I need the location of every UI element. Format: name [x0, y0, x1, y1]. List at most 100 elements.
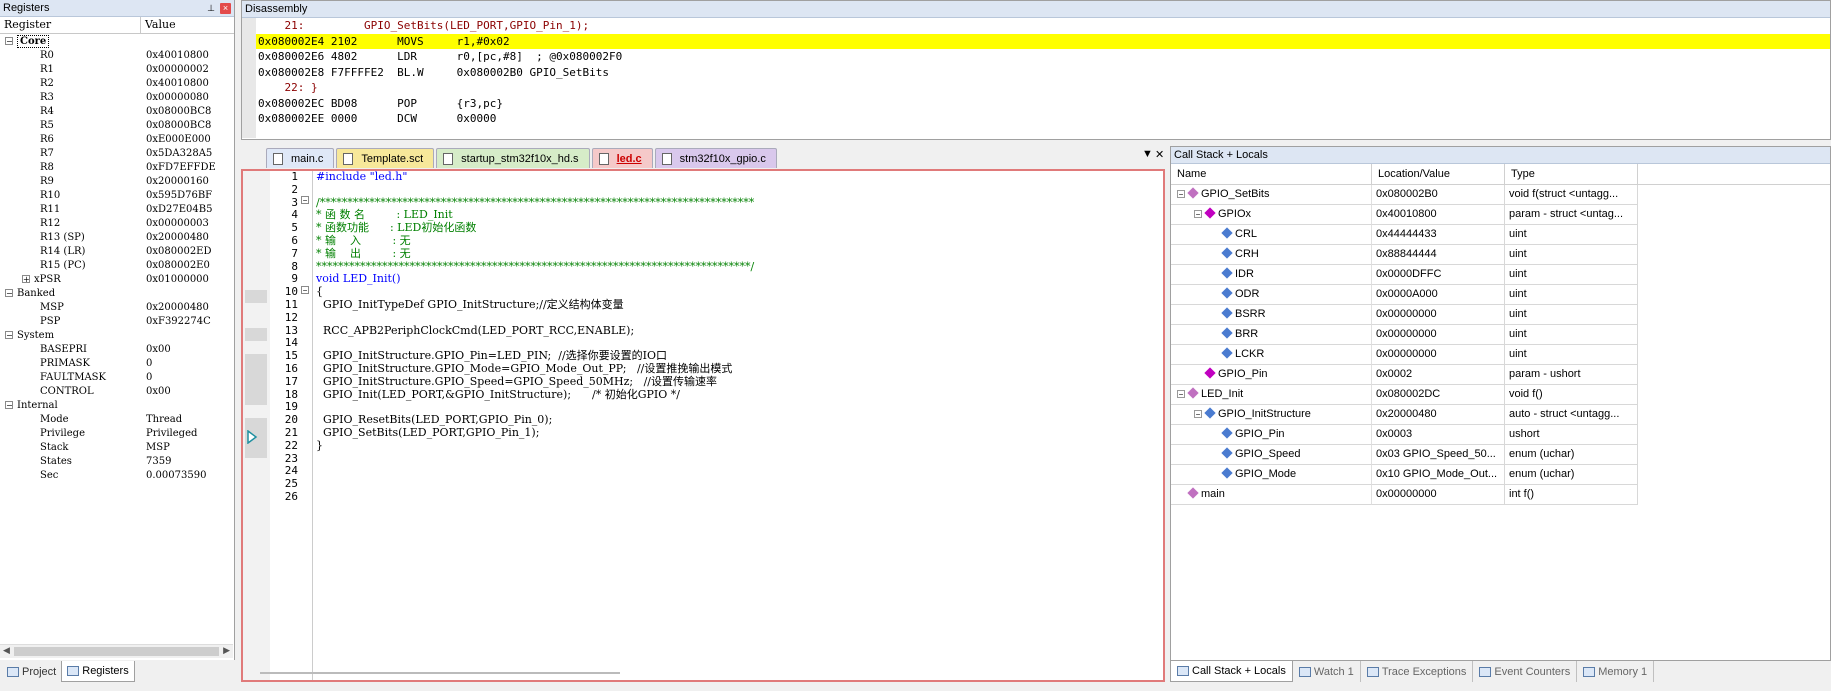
register-row[interactable]: R14 (LR) 0x080002ED [0, 244, 234, 258]
code-line[interactable]: GPIO_SetBits(LED_PORT,GPIO_Pin_1); [316, 426, 754, 440]
tab-template-sct[interactable]: Template.sct [336, 148, 435, 168]
callstack-row[interactable]: GPIO_Mode 0x10 GPIO_Mode_Out... enum (ucha… [1171, 465, 1830, 485]
fold-margin[interactable]: − − [300, 171, 313, 680]
callstack-value[interactable]: 0x00000000 [1372, 345, 1505, 365]
register-row[interactable]: R2 0x40010800 [0, 76, 234, 90]
callstack-row[interactable]: CRH 0x88844444 uint [1171, 245, 1830, 265]
callstack-row[interactable]: − GPIO_SetBits 0x080002B0 void f(struct <un… [1171, 185, 1830, 205]
code-line[interactable]: GPIO_InitTypeDef GPIO_InitStructure;//定义… [316, 298, 754, 312]
pin-icon[interactable]: ⊥ [206, 3, 216, 14]
register-row[interactable]: R10 0x595D76BF [0, 188, 234, 202]
tab-trace-exceptions[interactable]: Trace Exceptions [1361, 661, 1474, 682]
code-line[interactable]: * 输 入 : 无 [316, 234, 754, 248]
register-row[interactable]: MSP 0x20000480 [0, 300, 234, 314]
register-row[interactable]: CONTROL 0x00 [0, 384, 234, 398]
collapse-icon[interactable]: − [5, 400, 13, 409]
code-line[interactable] [316, 453, 754, 466]
collapse-icon[interactable]: − [5, 36, 13, 45]
collapse-icon[interactable]: − [1177, 190, 1185, 199]
tab-call-stack-locals[interactable]: Call Stack + Locals [1170, 661, 1293, 682]
tab-event-counters[interactable]: Event Counters [1473, 661, 1578, 682]
callstack-value[interactable]: 0x00000000 [1372, 305, 1505, 325]
disassembly-line[interactable]: 22: } [242, 80, 1830, 96]
collapse-icon[interactable]: − [5, 330, 13, 339]
editor-hscrollbar[interactable] [260, 672, 620, 674]
register-row[interactable]: Mode Thread [0, 412, 234, 426]
code-line[interactable]: GPIO_InitStructure.GPIO_Mode=GPIO_Mode_O… [316, 362, 754, 376]
register-row[interactable]: States 7359 [0, 454, 234, 468]
register-row[interactable]: − System [0, 328, 234, 342]
code-line[interactable]: } [316, 439, 754, 453]
callstack-row[interactable]: IDR 0x0000DFFC uint [1171, 265, 1830, 285]
register-row[interactable]: Stack MSP [0, 440, 234, 454]
fold-toggle-icon[interactable]: − [301, 196, 309, 205]
register-row[interactable]: Privilege Privileged [0, 426, 234, 440]
editor-close-icon[interactable]: ✕ [1155, 148, 1164, 161]
tab-main-c[interactable]: main.c [266, 148, 335, 168]
callstack-value[interactable]: 0x0000A000 [1372, 285, 1505, 305]
register-row[interactable]: BASEPRI 0x00 [0, 342, 234, 356]
code-line[interactable] [316, 184, 754, 197]
callstack-row[interactable]: − GPIO_InitStructure 0x20000480 auto - stru… [1171, 405, 1830, 425]
callstack-row[interactable]: ODR 0x0000A000 uint [1171, 285, 1830, 305]
register-row[interactable]: R4 0x08000BC8 [0, 104, 234, 118]
tab-watch-1[interactable]: Watch 1 [1293, 661, 1361, 682]
register-row[interactable]: R5 0x08000BC8 [0, 118, 234, 132]
callstack-value[interactable]: 0x03 GPIO_Speed_50... [1372, 445, 1505, 465]
callstack-value[interactable]: 0x00000000 [1372, 485, 1505, 505]
code-editor[interactable]: 1 2 3 4 5 6 7 8 9 10 11 12 13 14 15 16 17 18 19 20 21 22 23 24 2… [241, 169, 1165, 682]
tab-led-c[interactable]: led.c [591, 148, 653, 168]
register-row[interactable]: − Core [0, 34, 234, 48]
callstack-value[interactable]: 0x0000DFFC [1372, 265, 1505, 285]
callstack-value[interactable]: 0x10 GPIO_Mode_Out... [1372, 465, 1505, 485]
callstack-row[interactable]: GPIO_Pin 0x0003 ushort [1171, 425, 1830, 445]
current-instruction-line[interactable]: 0x080002E4 2102 MOVS r1,#0x02 [242, 33, 1830, 49]
code-line[interactable] [316, 465, 754, 478]
callstack-row[interactable]: GPIO_Pin 0x0002 param - ushort [1171, 365, 1830, 385]
callstack-value[interactable]: 0x20000480 [1372, 405, 1505, 425]
callstack-row[interactable]: LCKR 0x00000000 uint [1171, 345, 1830, 365]
callstack-value[interactable]: 0x40010800 [1372, 205, 1505, 225]
register-row[interactable]: PRIMASK 0 [0, 356, 234, 370]
register-row[interactable]: R12 0x00000003 [0, 216, 234, 230]
callstack-value[interactable]: 0x44444433 [1372, 225, 1505, 245]
register-row[interactable]: − Banked [0, 286, 234, 300]
register-row[interactable]: R7 0x5DA328A5 [0, 146, 234, 160]
code-line[interactable]: void LED_Init() [316, 273, 754, 286]
fold-toggle-icon[interactable]: − [301, 286, 309, 295]
register-row[interactable]: R13 (SP) 0x20000480 [0, 230, 234, 244]
callstack-value[interactable]: 0x0002 [1372, 365, 1505, 385]
tab-startup-stm32f10x-hd-s[interactable]: startup_stm32f10x_hd.s [436, 148, 590, 168]
registers-hscrollbar[interactable]: ◀ ▶ [0, 644, 233, 658]
register-row[interactable]: + xPSR 0x01000000 [0, 272, 234, 286]
register-row[interactable]: R1 0x00000002 [0, 62, 234, 76]
collapse-icon[interactable]: − [5, 288, 13, 297]
collapse-icon[interactable]: − [1194, 410, 1202, 419]
tab-stm32f10x-gpio-c[interactable]: stm32f10x_gpio.c [654, 148, 777, 168]
tab-project[interactable]: Project [2, 661, 61, 682]
callstack-row[interactable]: − LED_Init 0x080002DC void f() [1171, 385, 1830, 405]
callstack-row[interactable]: BRR 0x00000000 uint [1171, 325, 1830, 345]
disassembly-line[interactable]: 0x080002E6 4802 LDR r0,[pc,#8] ; @0x0800… [242, 49, 1830, 65]
callstack-value[interactable]: 0x080002DC [1372, 385, 1505, 405]
col-location[interactable]: Location/Value [1372, 164, 1505, 184]
source-code[interactable]: #include "led.h"/***********************… [316, 170, 754, 504]
callstack-row[interactable]: GPIO_Speed 0x03 GPIO_Speed_50... enum (uch… [1171, 445, 1830, 465]
register-row[interactable]: FAULTMASK 0 [0, 370, 234, 384]
col-name[interactable]: Name [1171, 164, 1372, 184]
register-row[interactable]: R9 0x20000160 [0, 174, 234, 188]
code-line[interactable] [316, 312, 754, 325]
callstack-value[interactable]: 0x0003 [1372, 425, 1505, 445]
callstack-value[interactable]: 0x00000000 [1372, 325, 1505, 345]
register-row[interactable]: R0 0x40010800 [0, 48, 234, 62]
disassembly-listing[interactable]: 21: GPIO_SetBits(LED_PORT,GPIO_Pin_1); 0x… [242, 18, 1830, 138]
col-register[interactable]: Register [0, 17, 141, 33]
register-row[interactable]: − Internal [0, 398, 234, 412]
register-row[interactable]: R3 0x00000080 [0, 90, 234, 104]
disassembly-line[interactable]: 21: GPIO_SetBits(LED_PORT,GPIO_Pin_1); [242, 18, 1830, 34]
col-type[interactable]: Type [1505, 164, 1638, 184]
code-line[interactable]: RCC_APB2PeriphClockCmd(LED_PORT_RCC,ENAB… [316, 324, 754, 338]
callstack-value[interactable]: 0x080002B0 [1372, 185, 1505, 205]
scroll-left-icon[interactable]: ◀ [3, 645, 10, 656]
callstack-value[interactable]: 0x88844444 [1372, 245, 1505, 265]
